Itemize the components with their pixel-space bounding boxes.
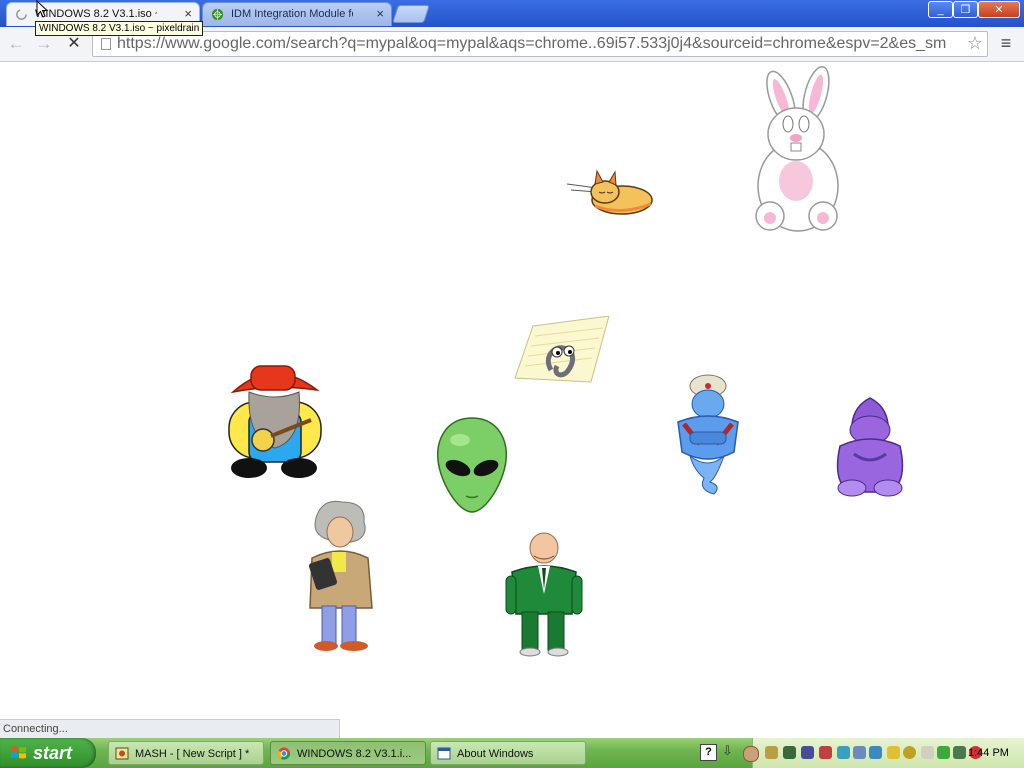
back-arrow-tray-icon[interactable] (743, 746, 759, 762)
taskbar-clock[interactable]: 1:44 PM (968, 738, 1009, 768)
cat-character[interactable] (567, 168, 657, 218)
flask-tray-icon[interactable] (819, 746, 832, 759)
window-app-icon (437, 747, 451, 760)
close-window-button[interactable]: ✕ (978, 1, 1020, 18)
url-input[interactable] (117, 33, 957, 55)
task-label: About Windows (457, 748, 534, 760)
bald-man-green-suit-character[interactable] (504, 532, 584, 658)
status-bubble: Connecting... (0, 719, 340, 738)
address-bar[interactable]: ☆ (92, 31, 988, 57)
banjo-gnome-character[interactable] (227, 362, 323, 482)
taskbar-item-chrome[interactable]: WINDOWS 8.2 V3.1.i... (270, 741, 426, 765)
bookmark-star-icon[interactable]: ☆ (967, 33, 983, 54)
chrome-icon (277, 747, 291, 760)
forward-button[interactable]: → (33, 33, 55, 55)
stop-loading-button[interactable]: ✕ (63, 33, 85, 55)
mouse-cursor-icon (36, 0, 48, 18)
sync-tray-icon[interactable] (937, 746, 950, 759)
old-man-reading-character[interactable] (302, 498, 378, 654)
page-icon (101, 38, 111, 50)
taskbar: start MASH - [ New Script ] * WINDOWS 8.… (0, 738, 1024, 768)
mash-app-icon (115, 747, 129, 760)
minimize-button[interactable]: _ (928, 1, 953, 18)
rabbit-character[interactable] (748, 66, 848, 238)
tab-title: IDM Integration Module for ( (231, 8, 353, 20)
start-button[interactable]: start (0, 738, 96, 768)
speaker-tray-icon[interactable] (953, 746, 966, 759)
tab-close-icon[interactable]: × (376, 3, 384, 25)
wizard-tray-icon[interactable] (801, 746, 814, 759)
genie-character[interactable] (670, 374, 746, 496)
display-tray-icon[interactable] (869, 746, 882, 759)
back-button[interactable]: ← (5, 33, 27, 55)
loading-spinner-icon (16, 9, 27, 20)
idm-globe-icon (211, 8, 224, 21)
task-label: MASH - [ New Script ] * (135, 748, 250, 760)
alien-head-character[interactable] (436, 416, 508, 514)
purple-wizard-character[interactable] (830, 396, 910, 498)
show-hidden-icons-icon[interactable]: ⇩ (722, 743, 733, 759)
agent-tray-icon[interactable] (921, 746, 934, 759)
task-label: WINDOWS 8.2 V3.1.i... (297, 748, 412, 760)
start-label: start (33, 743, 73, 763)
page-content (0, 62, 1024, 738)
help-icon[interactable]: ? (700, 744, 717, 761)
glasses-tray-icon[interactable] (853, 746, 866, 759)
paper-clip-note-character[interactable] (513, 316, 613, 388)
taskbar-item-mash[interactable]: MASH - [ New Script ] * (108, 741, 264, 765)
star-tray-icon[interactable] (887, 746, 900, 759)
new-tab-button[interactable] (392, 5, 430, 23)
windows-logo-icon (11, 746, 26, 759)
tab-idm-integration[interactable]: IDM Integration Module for ( × (202, 2, 392, 26)
maximize-button[interactable]: ❐ (953, 1, 978, 18)
chrome-menu-button[interactable]: ≡ (996, 33, 1016, 53)
smiley-tray-icon[interactable] (903, 746, 916, 759)
pen-tray-icon[interactable] (783, 746, 796, 759)
network-tray-icon[interactable] (837, 746, 850, 759)
taskbar-item-about-windows[interactable]: About Windows (430, 741, 586, 765)
tab-tooltip: WINDOWS 8.2 V3.1.iso ~ pixeldrain (35, 21, 204, 36)
broom-tray-icon[interactable] (765, 746, 778, 759)
